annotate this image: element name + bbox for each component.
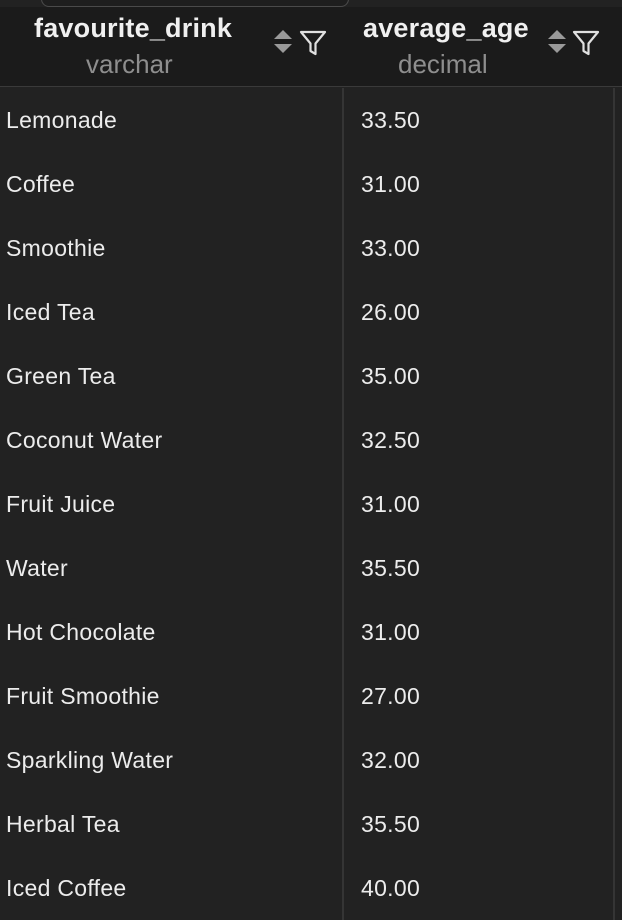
column-name: favourite_drink bbox=[34, 13, 233, 43]
filter-icon[interactable] bbox=[571, 28, 601, 58]
cell-favourite-drink[interactable]: Iced Coffee bbox=[6, 856, 127, 920]
column-name: average_age bbox=[363, 13, 529, 43]
query-tab-edge[interactable] bbox=[41, 0, 349, 7]
sort-icon[interactable] bbox=[271, 27, 295, 57]
cell-favourite-drink[interactable]: Hot Chocolate bbox=[6, 600, 156, 664]
grid-header: favourite_drink varchar average_age deci… bbox=[0, 7, 622, 87]
cell-average-age[interactable]: 35.00 bbox=[361, 344, 420, 408]
cell-favourite-drink[interactable]: Herbal Tea bbox=[6, 792, 120, 856]
results-grid: favourite_drink varchar average_age deci… bbox=[0, 0, 622, 920]
cell-average-age[interactable]: 27.00 bbox=[361, 664, 420, 728]
table-row[interactable]: Iced Coffee 40.00 bbox=[0, 856, 622, 920]
cell-average-age[interactable]: 32.00 bbox=[361, 728, 420, 792]
table-row[interactable]: Water 35.50 bbox=[0, 536, 622, 600]
grid-body: Lemonade 33.50 Coffee 31.00 Smoothie 33.00 Ice… bbox=[0, 88, 622, 920]
table-row[interactable]: Green Tea 35.00 bbox=[0, 344, 622, 408]
cell-average-age[interactable]: 40.00 bbox=[361, 856, 420, 920]
table-row[interactable]: Fruit Juice 31.00 bbox=[0, 472, 622, 536]
cell-favourite-drink[interactable]: Iced Tea bbox=[6, 280, 95, 344]
cell-average-age[interactable]: 26.00 bbox=[361, 280, 420, 344]
cell-favourite-drink[interactable]: Coconut Water bbox=[6, 408, 162, 472]
filter-icon[interactable] bbox=[298, 28, 328, 58]
cell-average-age[interactable]: 35.50 bbox=[361, 536, 420, 600]
column-type: varchar bbox=[86, 49, 173, 79]
table-row[interactable]: Coffee 31.00 bbox=[0, 152, 622, 216]
table-row[interactable]: Lemonade 33.50 bbox=[0, 88, 622, 152]
table-row[interactable]: Sparkling Water 32.00 bbox=[0, 728, 622, 792]
table-row[interactable]: Smoothie 33.00 bbox=[0, 216, 622, 280]
cell-average-age[interactable]: 31.00 bbox=[361, 600, 420, 664]
table-row[interactable]: Iced Tea 26.00 bbox=[0, 280, 622, 344]
cell-average-age[interactable]: 31.00 bbox=[361, 472, 420, 536]
table-row[interactable]: Herbal Tea 35.50 bbox=[0, 792, 622, 856]
column-divider[interactable] bbox=[342, 88, 344, 920]
column-header-favourite-drink[interactable]: favourite_drink varchar bbox=[0, 7, 343, 87]
cell-favourite-drink[interactable]: Fruit Juice bbox=[6, 472, 115, 536]
column-header-average-age[interactable]: average_age decimal bbox=[343, 7, 622, 87]
cell-average-age[interactable]: 32.50 bbox=[361, 408, 420, 472]
sort-icon[interactable] bbox=[545, 27, 569, 57]
cell-favourite-drink[interactable]: Fruit Smoothie bbox=[6, 664, 160, 728]
table-row[interactable]: Fruit Smoothie 27.00 bbox=[0, 664, 622, 728]
cell-favourite-drink[interactable]: Green Tea bbox=[6, 344, 116, 408]
cell-favourite-drink[interactable]: Lemonade bbox=[6, 88, 117, 152]
table-row[interactable]: Coconut Water 32.50 bbox=[0, 408, 622, 472]
table-row[interactable]: Hot Chocolate 31.00 bbox=[0, 600, 622, 664]
cell-average-age[interactable]: 33.50 bbox=[361, 88, 420, 152]
column-type: decimal bbox=[398, 49, 488, 79]
cell-favourite-drink[interactable]: Coffee bbox=[6, 152, 75, 216]
cell-average-age[interactable]: 33.00 bbox=[361, 216, 420, 280]
cell-average-age[interactable]: 35.50 bbox=[361, 792, 420, 856]
cell-favourite-drink[interactable]: Smoothie bbox=[6, 216, 106, 280]
column-divider[interactable] bbox=[613, 88, 615, 920]
cell-favourite-drink[interactable]: Water bbox=[6, 536, 68, 600]
cell-average-age[interactable]: 31.00 bbox=[361, 152, 420, 216]
cell-favourite-drink[interactable]: Sparkling Water bbox=[6, 728, 173, 792]
